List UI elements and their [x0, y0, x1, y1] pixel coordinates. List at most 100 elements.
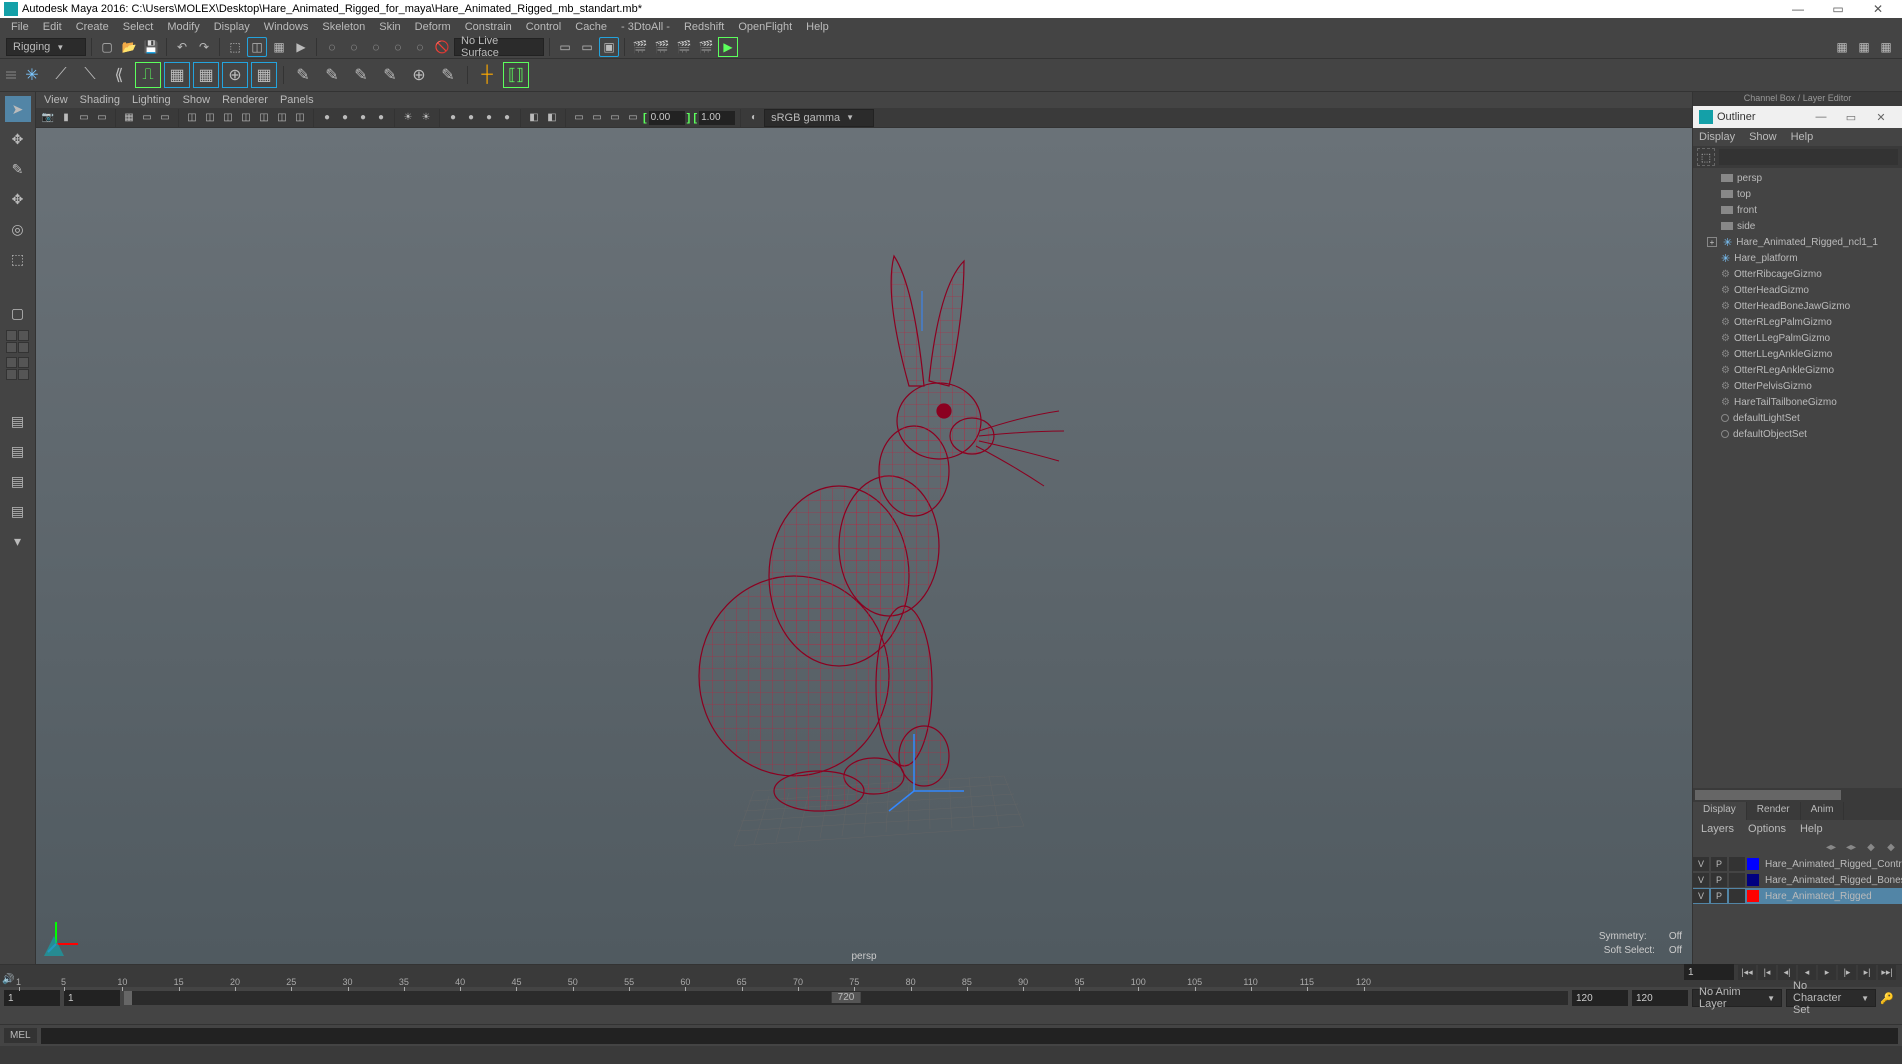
color-mgmt-dropdown[interactable]: sRGB gamma ▼ [764, 109, 874, 127]
lasso-tool[interactable]: ✥ [5, 126, 31, 152]
panel-xray-icon[interactable]: ◫ [292, 110, 308, 126]
range-end-inner-input[interactable] [1572, 990, 1628, 1006]
panel-isolate-icon[interactable]: ◧ [526, 110, 542, 126]
shelf-bracket-icon[interactable]: ⟦⟧ [503, 62, 529, 88]
render-frame-icon[interactable]: 🎬 [630, 37, 650, 57]
select-hierarchy-icon[interactable]: ⬚ [225, 37, 245, 57]
play-back-button[interactable]: ◂ [1798, 964, 1816, 980]
shelf-tool-2-icon[interactable]: ⟍ [77, 62, 103, 88]
layout-quad-icon[interactable] [6, 330, 29, 353]
panel-color-icon[interactable]: ▭ [625, 110, 641, 126]
menu-select[interactable]: Select [116, 21, 161, 33]
panel-res-icon[interactable]: ▭ [571, 110, 587, 126]
shelf-grid-4-icon[interactable]: ▦ [251, 62, 277, 88]
panel-layout-3-icon[interactable]: ▦ [1876, 37, 1896, 57]
menu-edit[interactable]: Edit [36, 21, 69, 33]
layer-tab-display[interactable]: Display [1693, 802, 1747, 820]
shelf-brush-6-icon[interactable]: ✎ [435, 62, 461, 88]
expand-icon[interactable]: + [1707, 237, 1717, 247]
near-clip-input[interactable] [649, 111, 685, 125]
layout-row-2-icon[interactable]: ▤ [5, 438, 31, 464]
panel-wire-icon[interactable]: ◫ [184, 110, 200, 126]
play-forward-button[interactable]: ▸ [1818, 964, 1836, 980]
toggle-icon[interactable]: ▭ [577, 37, 597, 57]
time-slider[interactable]: 🔊 15101520253035404550556065707580859095… [0, 965, 1902, 987]
panel-shade-icon[interactable]: ◫ [202, 110, 218, 126]
render-view-icon[interactable]: ▣ [599, 37, 619, 57]
panel-menu-view[interactable]: View [44, 94, 68, 106]
shelf-brush-3-icon[interactable]: ✎ [348, 62, 374, 88]
autokey-icon[interactable]: 🔑 [1880, 992, 1898, 1005]
step-forward-button[interactable]: |▸ [1838, 964, 1856, 980]
layer-menu-help[interactable]: Help [1800, 823, 1823, 835]
layer-display-type[interactable] [1729, 873, 1745, 887]
panel-bookmark-icon[interactable]: ▮ [58, 110, 74, 126]
close-button[interactable]: ✕ [1858, 2, 1898, 16]
step-back-button[interactable]: ◂| [1778, 964, 1796, 980]
shelf-skeleton-icon[interactable]: ⎍ [135, 62, 161, 88]
menu-create[interactable]: Create [69, 21, 116, 33]
shelf-grid-1-icon[interactable]: ▦ [164, 62, 190, 88]
shelf-tool-1-icon[interactable]: ⟋ [48, 62, 74, 88]
live-surface-dropdown[interactable]: No Live Surface [454, 38, 544, 56]
menu-windows[interactable]: Windows [257, 21, 316, 33]
layout-row-1-icon[interactable]: ▤ [5, 408, 31, 434]
module-selector[interactable]: Rigging ▼ [6, 38, 86, 56]
outliner-item[interactable]: front [1693, 202, 1902, 218]
panel-menu-show[interactable]: Show [183, 94, 211, 106]
menu-file[interactable]: File [4, 21, 36, 33]
shelf-snowflake-icon[interactable]: ✳ [19, 62, 45, 88]
ipr-render-icon[interactable]: 🎬 [652, 37, 672, 57]
panel-menu-lighting[interactable]: Lighting [132, 94, 171, 106]
layer-playback-toggle[interactable]: P [1711, 889, 1727, 903]
menu-redshift[interactable]: Redshift [677, 21, 731, 33]
layer-playback-toggle[interactable]: P [1711, 873, 1727, 887]
menu-constrain[interactable]: Constrain [458, 21, 519, 33]
shelf-brush-5-icon[interactable]: ⊕ [406, 62, 432, 88]
command-input[interactable] [41, 1028, 1898, 1044]
outliner-menu-show[interactable]: Show [1749, 131, 1777, 143]
outliner-item[interactable]: top [1693, 186, 1902, 202]
playblast-icon[interactable]: ▶ [718, 37, 738, 57]
outliner-item[interactable]: ⚙OtterLLegAnkleGizmo [1693, 346, 1902, 362]
panel-grid-icon[interactable]: ▦ [121, 110, 137, 126]
scale-tool[interactable]: ⬚ [5, 246, 31, 272]
shelf-tool-3-icon[interactable]: ⟪ [106, 62, 132, 88]
snap-point-icon[interactable]: ◌ [366, 37, 386, 57]
persp-viewport[interactable]: Symmetry: Off Soft Select: Off persp [36, 128, 1692, 964]
outliner-menu-display[interactable]: Display [1699, 131, 1735, 143]
select-component-icon[interactable]: ▦ [269, 37, 289, 57]
layer-color-swatch[interactable] [1747, 858, 1759, 870]
shelf-brush-1-icon[interactable]: ✎ [290, 62, 316, 88]
panel-2d-icon[interactable]: ▭ [94, 110, 110, 126]
layer-visible-toggle[interactable]: V [1693, 857, 1709, 871]
layer-tab-render[interactable]: Render [1747, 802, 1801, 820]
go-end-button[interactable]: ▸▸| [1878, 964, 1896, 980]
panel-layout-2-icon[interactable]: ▦ [1854, 37, 1874, 57]
menu-openflight[interactable]: OpenFlight [731, 21, 799, 33]
panel-layout-1-icon[interactable]: ▦ [1832, 37, 1852, 57]
outliner-item[interactable]: side [1693, 218, 1902, 234]
panel-texture-icon[interactable]: ◫ [220, 110, 236, 126]
menu-help[interactable]: Help [799, 21, 836, 33]
layer-display-type[interactable] [1729, 857, 1745, 871]
step-forward-key-button[interactable]: ▸| [1858, 964, 1876, 980]
range-end-outer-input[interactable] [1632, 990, 1688, 1006]
outliner-max-button[interactable]: ▭ [1836, 111, 1866, 124]
panel-safe-icon[interactable]: ▭ [157, 110, 173, 126]
shelf-brush-4-icon[interactable]: ✎ [377, 62, 403, 88]
anim-layer-dropdown[interactable]: No Anim Layer▼ [1692, 989, 1782, 1007]
panel-shadow-icon[interactable]: ◫ [256, 110, 272, 126]
layer-new-sel-icon[interactable]: ◆ [1884, 840, 1898, 854]
range-slider[interactable]: 720 [124, 991, 1568, 1005]
render-settings-icon[interactable]: 🎬 [674, 37, 694, 57]
step-back-key-button[interactable]: |◂ [1758, 964, 1776, 980]
panel-xray-j-icon[interactable]: ◧ [544, 110, 560, 126]
range-start-outer-input[interactable] [4, 990, 60, 1006]
panel-light-two-icon[interactable]: ● [463, 110, 479, 126]
undo-icon[interactable]: ↶ [172, 37, 192, 57]
layout-row-4-icon[interactable]: ▤ [5, 498, 31, 524]
outliner-item[interactable]: ⚙OtterHeadGizmo [1693, 282, 1902, 298]
panel-over-icon[interactable]: ▭ [607, 110, 623, 126]
outliner-item[interactable]: ⚙OtterHeadBoneJawGizmo [1693, 298, 1902, 314]
